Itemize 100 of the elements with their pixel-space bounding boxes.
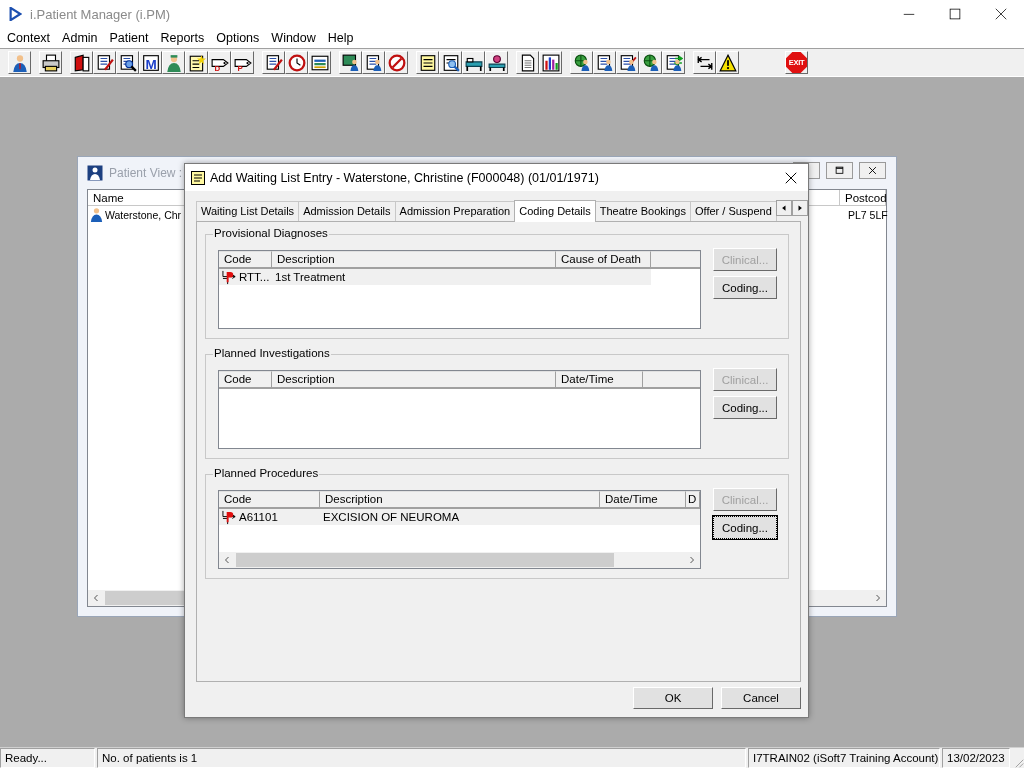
toolbar-button[interactable] bbox=[116, 51, 139, 74]
bar-chart-icon bbox=[541, 53, 560, 72]
patient-icon bbox=[87, 165, 103, 181]
app-logo-icon bbox=[8, 7, 22, 21]
search-note-icon bbox=[441, 53, 460, 72]
globe-person-icon bbox=[572, 53, 591, 72]
toolbar-button[interactable] bbox=[439, 51, 462, 74]
ok-button[interactable]: OK bbox=[633, 687, 713, 709]
column-header[interactable]: Code bbox=[219, 371, 272, 389]
clock-icon bbox=[287, 53, 306, 72]
scroll-right-icon bbox=[874, 594, 882, 602]
form-person-icon bbox=[364, 53, 383, 72]
column-header[interactable]: Description bbox=[272, 251, 556, 269]
dialog-title: Add Waiting List Entry - Waterstone, Christine (F000048) (01/01/1971) bbox=[210, 170, 599, 185]
toolbar-button[interactable]: M bbox=[139, 51, 162, 74]
table-cell: PL7 5LF bbox=[848, 208, 888, 221]
toolbar-button[interactable] bbox=[616, 51, 639, 74]
table-cell: RTT... bbox=[239, 271, 270, 283]
status-text: Ready... bbox=[0, 748, 95, 768]
coding-button[interactable]: Coding... bbox=[713, 516, 777, 539]
bed-person-icon bbox=[487, 53, 506, 72]
menu-item[interactable]: Admin bbox=[56, 30, 104, 46]
column-header[interactable]: Code bbox=[219, 251, 272, 269]
toolbar-button[interactable]: D bbox=[208, 51, 231, 74]
tab[interactable]: Offer / Suspend bbox=[690, 201, 777, 221]
record-icon bbox=[222, 269, 237, 285]
toolbar-button[interactable] bbox=[70, 51, 93, 74]
toolbar-button[interactable] bbox=[416, 51, 439, 74]
toolbar-button[interactable] bbox=[462, 51, 485, 74]
tab[interactable]: Waiting List Details bbox=[196, 201, 300, 221]
patient-icon bbox=[89, 207, 104, 222]
toolbar-button[interactable] bbox=[262, 51, 285, 74]
toolbar-button[interactable] bbox=[385, 51, 408, 74]
table-cell: A61101 bbox=[239, 511, 278, 523]
column-header[interactable]: Date/Time bbox=[556, 371, 643, 389]
monitor-person-icon bbox=[341, 53, 360, 72]
column-header[interactable]: Postcod bbox=[840, 190, 886, 206]
arrows-icon bbox=[695, 53, 714, 72]
toolbar-button[interactable] bbox=[285, 51, 308, 74]
toolbar-button[interactable] bbox=[593, 51, 616, 74]
toolbar-button[interactable] bbox=[362, 51, 385, 74]
close-button[interactable] bbox=[859, 161, 886, 179]
scroll-right-icon bbox=[688, 556, 696, 564]
tab[interactable]: Coding Details bbox=[514, 200, 596, 222]
form-pen-icon bbox=[95, 53, 114, 72]
close-icon bbox=[785, 171, 797, 184]
cancel-button[interactable]: Cancel bbox=[721, 687, 801, 709]
toolbar-button[interactable] bbox=[485, 51, 508, 74]
group-title: Planned Investigations bbox=[213, 347, 331, 359]
status-text: No. of patients is 1 bbox=[97, 748, 746, 768]
column-header[interactable]: Code bbox=[219, 491, 320, 509]
coding-button[interactable]: Coding... bbox=[713, 276, 777, 299]
toolbar-button[interactable] bbox=[8, 51, 31, 74]
menu-item[interactable]: Patient bbox=[103, 30, 155, 46]
toolbar-button[interactable] bbox=[639, 51, 662, 74]
status-text: 13/02/2023 bbox=[942, 748, 1010, 768]
menu-item[interactable]: Options bbox=[210, 30, 266, 46]
scrollbar[interactable] bbox=[219, 552, 700, 568]
surgeon-icon bbox=[164, 53, 183, 72]
group-title: Planned Procedures bbox=[213, 467, 320, 479]
toolbar-button[interactable] bbox=[539, 51, 562, 74]
menu-item[interactable]: Reports bbox=[154, 30, 211, 46]
toolbar-button[interactable]: P bbox=[231, 51, 254, 74]
table-cell: 1st Treatment bbox=[275, 271, 346, 283]
scroll-left-icon bbox=[92, 594, 100, 602]
status-text: I7TRAIN02 (iSoft7 Training Account) bbox=[748, 748, 940, 768]
toolbar-button[interactable] bbox=[308, 51, 331, 74]
close-icon bbox=[867, 165, 878, 175]
left-arrow-icon bbox=[780, 204, 787, 212]
restore-button[interactable] bbox=[826, 161, 853, 179]
column-header[interactable]: Cause of Death bbox=[556, 251, 651, 269]
window-title: Patient View : bbox=[109, 166, 183, 180]
person-icon bbox=[10, 53, 29, 72]
toolbar-button[interactable] bbox=[693, 51, 716, 74]
close-icon bbox=[995, 8, 1007, 20]
right-arrow-icon bbox=[796, 204, 803, 212]
toolbar-button[interactable] bbox=[570, 51, 593, 74]
column-header[interactable]: Date/Time bbox=[600, 491, 686, 509]
toolbar-button[interactable] bbox=[716, 51, 739, 74]
window-title: i.Patient Manager (i.PM) bbox=[30, 6, 171, 22]
column-header[interactable]: D bbox=[686, 491, 700, 509]
column-header[interactable]: Description bbox=[320, 491, 600, 509]
toolbar-button[interactable] bbox=[662, 51, 685, 74]
toolbar-button[interactable] bbox=[339, 51, 362, 74]
printer-icon bbox=[41, 53, 60, 72]
book-icon bbox=[72, 53, 91, 72]
toolbar-button[interactable] bbox=[185, 51, 208, 74]
menu-item[interactable]: Context bbox=[1, 30, 57, 46]
toolbar-button[interactable] bbox=[516, 51, 539, 74]
coding-button[interactable]: Coding... bbox=[713, 396, 777, 419]
note-icon bbox=[418, 53, 437, 72]
toolbar-button[interactable] bbox=[39, 51, 62, 74]
scroll-thumb[interactable] bbox=[236, 553, 614, 567]
toolbar-button[interactable] bbox=[93, 51, 116, 74]
record-icon bbox=[222, 509, 237, 525]
table-cell: Waterstone, Chr bbox=[105, 208, 182, 221]
menu-item[interactable]: Window bbox=[265, 30, 322, 46]
pen-person-icon bbox=[618, 53, 637, 72]
menu-item[interactable]: Help bbox=[321, 30, 360, 46]
column-header[interactable]: Description bbox=[272, 371, 556, 389]
